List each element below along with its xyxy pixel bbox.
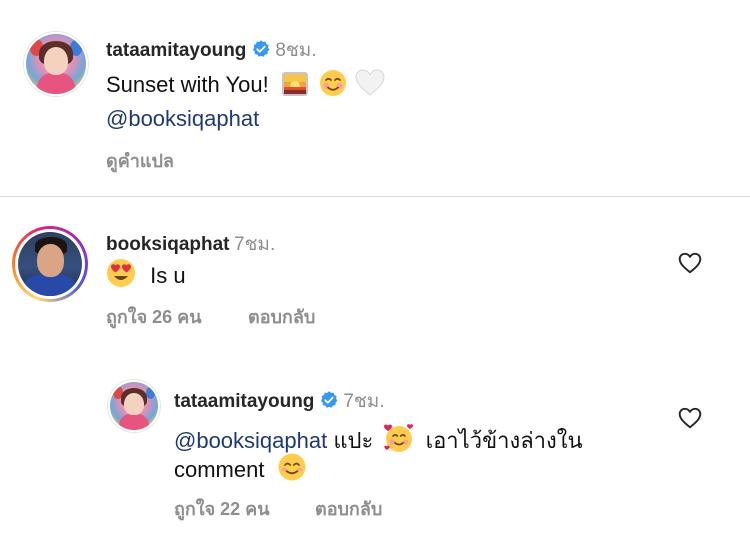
post-author-avatar[interactable] (24, 32, 88, 96)
comment-text: Is u (150, 263, 186, 288)
post-header: tataamitayoung 8ชม. (106, 35, 317, 65)
smiling-face-with-hearts-emoji-icon (384, 424, 414, 452)
caption-text: Sunset with You! (106, 72, 269, 97)
post-username[interactable]: tataamitayoung (106, 40, 246, 61)
comment-username[interactable]: booksiqaphat (106, 234, 230, 255)
comment-body: Is u (106, 258, 186, 289)
reply-time: 7ชม. (343, 391, 385, 412)
heart-eyes-emoji-icon (107, 259, 135, 287)
like-heart-icon[interactable] (677, 250, 703, 276)
reply-text-part1: แปะ (333, 428, 374, 453)
comment-avatar-ring[interactable] (12, 226, 88, 302)
comment-header: booksiqaphat 7ชม. (106, 229, 275, 259)
white-heart-emoji-icon (355, 69, 385, 96)
caption-divider (0, 196, 750, 197)
reply-text-part2: เอาไว้ข้างล่างใน (425, 428, 583, 453)
post-caption: Sunset with You! (106, 69, 385, 98)
reply-header: tataamitayoung 7ชม. (174, 386, 385, 416)
reply-text-line2: comment (174, 457, 265, 482)
verified-badge-icon (252, 40, 270, 57)
reply-mention-link[interactable]: @booksiqaphat (174, 428, 327, 453)
smiling-face-with-smiling-eyes-emoji-icon (278, 453, 306, 481)
post-time: 8ชม. (275, 40, 317, 61)
like-heart-icon[interactable] (677, 405, 703, 431)
reply-like-count[interactable]: ถูกใจ 22 คน (174, 494, 270, 523)
reply-author-avatar[interactable] (108, 380, 160, 432)
reply-body-line2: comment (174, 452, 307, 483)
comment-author-avatar[interactable] (18, 232, 82, 296)
reply-username[interactable]: tataamitayoung (174, 391, 314, 412)
sunset-emoji-icon (281, 72, 308, 96)
translate-link[interactable]: ดูคำแปล (106, 146, 174, 175)
post-mention-link[interactable]: @booksiqaphat (106, 106, 259, 132)
comment-like-count[interactable]: ถูกใจ 26 คน (106, 302, 202, 331)
reply-reply-button[interactable]: ตอบกลับ (315, 494, 382, 523)
comment-time: 7ชม. (233, 234, 276, 255)
reply-button[interactable]: ตอบกลับ (248, 302, 315, 331)
verified-badge-icon (320, 391, 338, 408)
smiling-face-emoji-icon (319, 70, 346, 96)
